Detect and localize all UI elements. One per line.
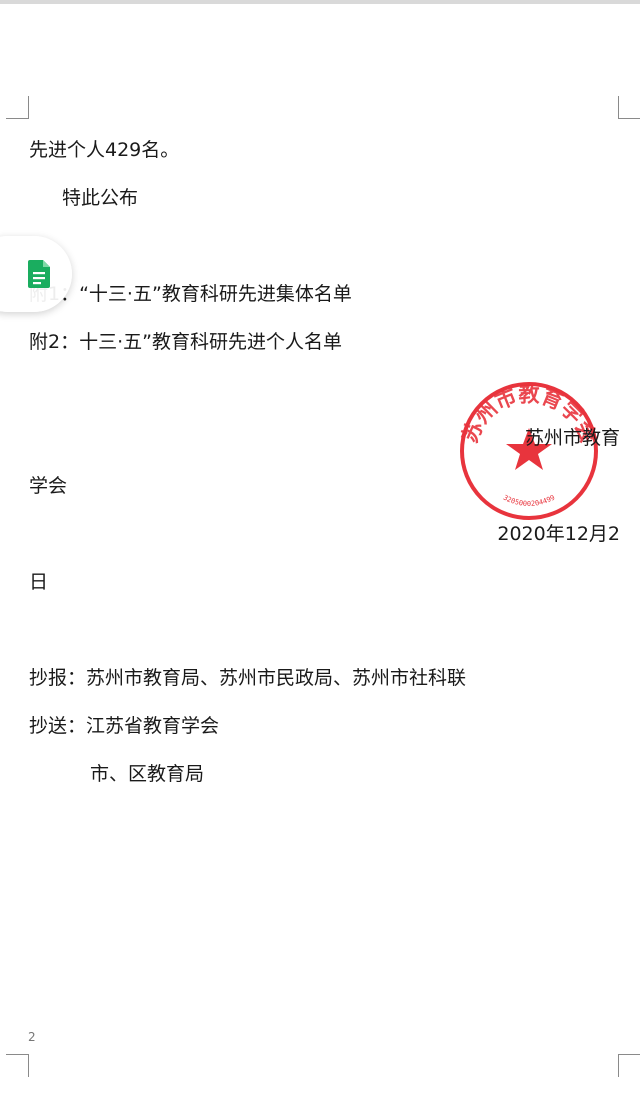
text-line: 抄送：江苏省教育学会 bbox=[29, 715, 220, 737]
text-line: 附2：十三·五”教育科研先进个人名单 bbox=[29, 331, 342, 353]
page-number: 2 bbox=[28, 1030, 36, 1044]
crop-mark-top-left bbox=[6, 96, 29, 119]
text-line: 附1：“十三·五”教育科研先进集体名单 bbox=[29, 283, 352, 305]
text-line: 先进个人429名。 bbox=[29, 139, 180, 161]
text-line: 2020年12月2 bbox=[497, 523, 620, 545]
text-line: 学会 bbox=[29, 475, 68, 497]
text-line: 特此公布 bbox=[62, 187, 139, 209]
crop-mark-bottom-left bbox=[6, 1054, 29, 1077]
text-line: 市、区教育局 bbox=[90, 763, 205, 785]
seal-code: 3205000204499 bbox=[502, 494, 556, 508]
svg-text:3205000204499: 3205000204499 bbox=[502, 494, 556, 508]
top-scroll-indicator bbox=[0, 0, 640, 4]
crop-mark-bottom-right bbox=[618, 1054, 640, 1077]
crop-mark-top-right bbox=[618, 96, 640, 119]
official-seal: 苏州市教育学会 3205000204499 bbox=[458, 380, 600, 522]
text-line: 苏州市教育 bbox=[524, 427, 620, 449]
doc-icon bbox=[28, 260, 50, 288]
text-line: 日 bbox=[29, 571, 49, 593]
text-line: 抄报：苏州市教育局、苏州市民政局、苏州市社科联 bbox=[29, 667, 467, 689]
